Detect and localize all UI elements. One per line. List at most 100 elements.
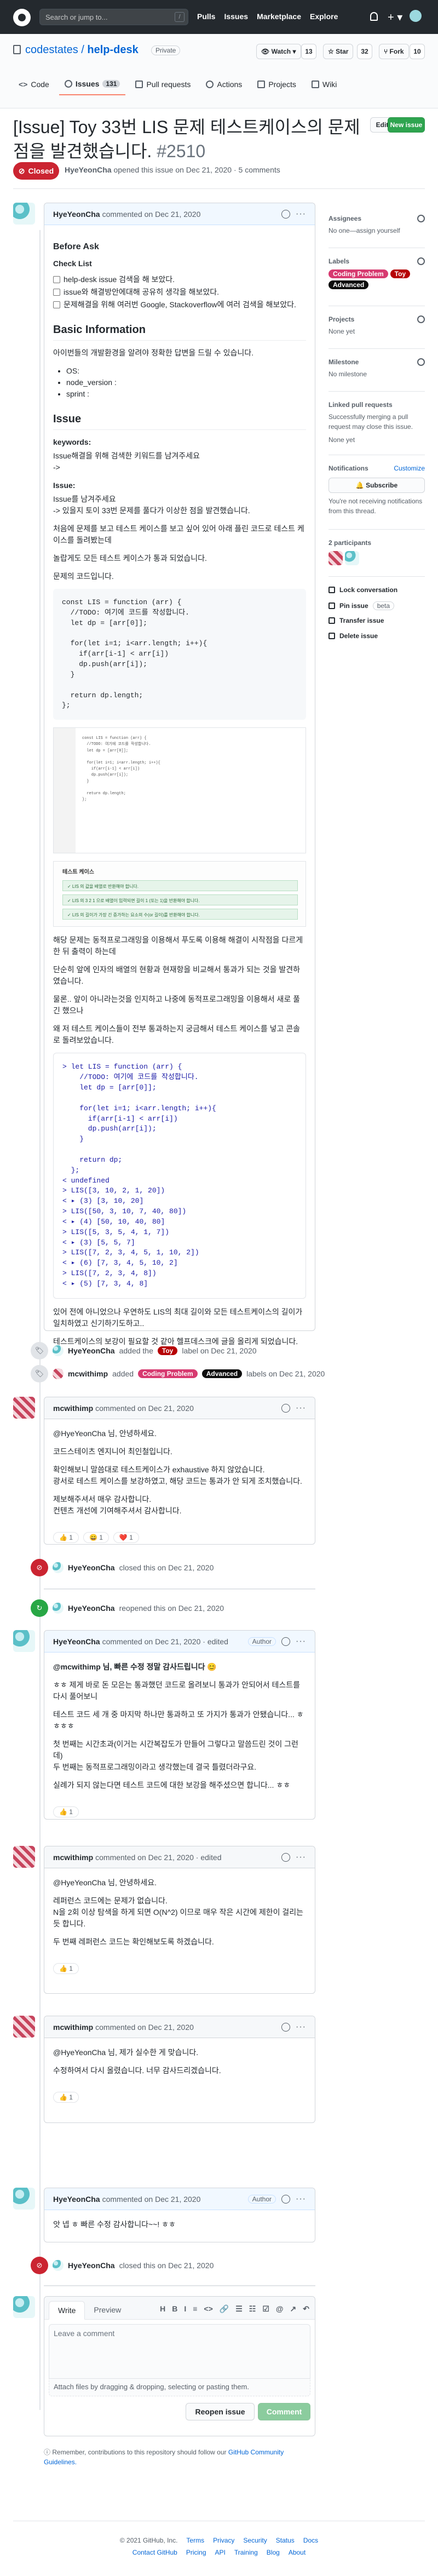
comment-time[interactable]: commented on Dec 21, 2020 <box>102 2195 201 2204</box>
comment-textarea[interactable]: Leave a comment <box>49 2324 310 2379</box>
comment-time[interactable]: commented on Dec 21, 2020 · edited <box>95 1853 221 1862</box>
add-reaction-icon[interactable] <box>281 1852 291 1862</box>
star-button[interactable]: ☆ Star <box>323 44 354 59</box>
comment-time[interactable]: commented on Dec 21, 2020 · edited <box>102 1637 228 1646</box>
repo-owner-link[interactable]: codestates <box>25 44 78 56</box>
tab-write[interactable]: Write <box>49 2301 85 2320</box>
add-reaction-icon[interactable] <box>281 2194 291 2204</box>
bold-icon[interactable]: B <box>172 2304 177 2314</box>
new-issue-button[interactable]: New issue <box>388 117 425 133</box>
label-toy[interactable]: Toy <box>157 1346 178 1355</box>
nav-explore[interactable]: Explore <box>310 12 338 21</box>
comment-author[interactable]: mcwithimp <box>53 2023 93 2032</box>
reaction-thumbsup[interactable]: 👍 1 <box>53 1806 79 1817</box>
tab-actions[interactable]: Actions <box>200 73 247 95</box>
comment-time[interactable]: commented on Dec 21, 2020 <box>95 1404 194 1413</box>
nav-pulls[interactable]: Pulls <box>197 12 215 21</box>
task-list-icon[interactable]: ☑ <box>262 2304 269 2314</box>
avatar[interactable] <box>53 1603 64 1614</box>
checkbox[interactable] <box>53 276 60 283</box>
labels-heading[interactable]: Labels <box>328 257 349 265</box>
footer-link[interactable]: Privacy <box>213 2537 234 2544</box>
avatar[interactable] <box>328 551 343 565</box>
event-user[interactable]: mcwithimp <box>68 1369 108 1378</box>
quote-icon[interactable]: ≡ <box>193 2304 197 2314</box>
nav-marketplace[interactable]: Marketplace <box>257 12 301 21</box>
tab-pull-requests[interactable]: Pull requests <box>130 73 196 95</box>
tab-issues[interactable]: Issues 131 <box>59 73 126 95</box>
kebab-menu-icon[interactable]: ··· <box>296 209 306 219</box>
footer-link[interactable]: Training <box>234 2549 258 2556</box>
footer-link[interactable]: Docs <box>303 2537 318 2544</box>
notifications-bell-icon[interactable] <box>370 12 378 21</box>
add-reaction-icon[interactable] <box>281 1403 291 1413</box>
create-new-plus-icon[interactable]: + ▾ <box>388 10 402 24</box>
gear-icon[interactable] <box>417 257 425 265</box>
comment-author[interactable]: mcwithimp <box>53 1853 93 1862</box>
search-input[interactable]: Search or jump to... / <box>39 9 188 25</box>
kebab-menu-icon[interactable]: ··· <box>296 1852 306 1862</box>
customize-link[interactable]: Customize <box>394 464 425 472</box>
label-advanced[interactable]: Advanced <box>201 1369 243 1378</box>
avatar[interactable] <box>345 551 359 565</box>
star-count[interactable]: 32 <box>357 44 372 59</box>
footer-link[interactable]: API <box>215 2549 226 2556</box>
repo-name-link[interactable]: help-desk <box>87 44 138 56</box>
label-toy[interactable]: Toy <box>390 269 411 278</box>
footer-link[interactable]: Blog <box>267 2549 280 2556</box>
reference-icon[interactable]: ↗ <box>290 2304 297 2314</box>
avatar[interactable] <box>13 2016 35 2038</box>
footer-link[interactable]: Status <box>276 2537 295 2544</box>
lock-conversation-action[interactable]: Lock conversation <box>328 586 397 594</box>
reopen-issue-button[interactable]: Reopen issue <box>186 2403 255 2420</box>
reaction-thumbsup[interactable]: 👍 1 <box>53 1963 79 1974</box>
gear-icon[interactable] <box>417 315 425 323</box>
gear-icon[interactable] <box>417 215 425 222</box>
numbered-list-icon[interactable]: ☷ <box>249 2304 256 2314</box>
footer-link[interactable]: Contact GitHub <box>132 2549 177 2556</box>
tab-wiki[interactable]: Wiki <box>306 73 342 95</box>
avatar[interactable] <box>53 1368 64 1379</box>
add-reaction-icon[interactable] <box>281 2022 291 2032</box>
fork-count[interactable]: 10 <box>410 44 425 59</box>
event-user[interactable]: HyeYeonCha <box>68 1563 115 1572</box>
checkbox[interactable] <box>53 301 60 308</box>
avatar[interactable] <box>13 1630 35 1652</box>
comment-time[interactable]: commented on Dec 21, 2020 <box>95 2023 194 2032</box>
event-user[interactable]: HyeYeonCha <box>68 1346 115 1355</box>
add-reaction-icon[interactable] <box>281 1637 291 1646</box>
watch-button[interactable]: 👁 Watch ▾ <box>256 44 301 59</box>
reaction-laugh[interactable]: 😄 1 <box>83 1532 109 1543</box>
avatar[interactable] <box>13 2188 35 2210</box>
comment-time[interactable]: commented on Dec 21, 2020 <box>102 210 201 219</box>
event-user[interactable]: HyeYeonCha <box>68 1604 115 1613</box>
avatar[interactable] <box>53 1562 64 1573</box>
fork-button[interactable]: ⑂ Fork <box>379 44 409 59</box>
label-advanced[interactable]: Advanced <box>328 280 369 289</box>
event-user[interactable]: HyeYeonCha <box>68 2261 115 2270</box>
code-icon[interactable]: <> <box>204 2304 212 2314</box>
transfer-issue-action[interactable]: Transfer issue <box>328 617 384 624</box>
mention-icon[interactable]: @ <box>276 2304 284 2314</box>
checkbox[interactable] <box>53 289 60 296</box>
comment-author[interactable]: mcwithimp <box>53 1404 93 1413</box>
label-coding-problem[interactable]: Coding Problem <box>328 269 388 278</box>
github-logo-icon[interactable] <box>13 9 31 26</box>
bulleted-list-icon[interactable]: ☰ <box>235 2304 243 2314</box>
saved-replies-icon[interactable]: ↶ <box>303 2304 309 2314</box>
comment-button[interactable]: Comment <box>258 2403 310 2420</box>
comment-author[interactable]: HyeYeonCha <box>53 1637 100 1646</box>
assignees-heading[interactable]: Assignees <box>328 215 361 222</box>
heading-icon[interactable]: H <box>160 2304 165 2314</box>
reaction-heart[interactable]: ❤️ 1 <box>113 1532 139 1543</box>
avatar[interactable] <box>13 203 35 225</box>
issue-author-link[interactable]: HyeYeonCha <box>65 165 112 174</box>
kebab-menu-icon[interactable]: ··· <box>296 2194 306 2204</box>
footer-link[interactable]: Terms <box>186 2537 204 2544</box>
avatar[interactable] <box>53 2260 64 2271</box>
milestone-heading[interactable]: Milestone <box>328 358 359 366</box>
attach-files-zone[interactable]: Attach files by dragging & dropping, sel… <box>49 2379 310 2396</box>
kebab-menu-icon[interactable]: ··· <box>296 2022 306 2032</box>
label-coding-problem[interactable]: Coding Problem <box>138 1369 198 1378</box>
avatar[interactable] <box>53 1345 64 1356</box>
